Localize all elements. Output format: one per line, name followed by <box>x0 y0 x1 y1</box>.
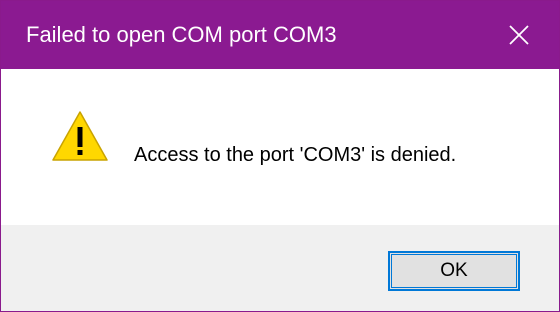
error-message: Access to the port 'COM3' is denied. <box>134 144 457 166</box>
close-icon <box>509 25 529 45</box>
warning-icon <box>52 111 108 161</box>
dialog-title: Failed to open COM port COM3 <box>26 22 337 47</box>
message-area: Access to the port 'COM3' is denied. <box>1 69 559 225</box>
close-button[interactable] <box>479 1 559 69</box>
button-bar: OK <box>1 225 559 311</box>
ok-button[interactable]: OK <box>388 251 520 291</box>
title-bar[interactable]: Failed to open COM port COM3 <box>1 1 559 69</box>
error-dialog: Failed to open COM port COM3 Access to t… <box>0 0 560 312</box>
